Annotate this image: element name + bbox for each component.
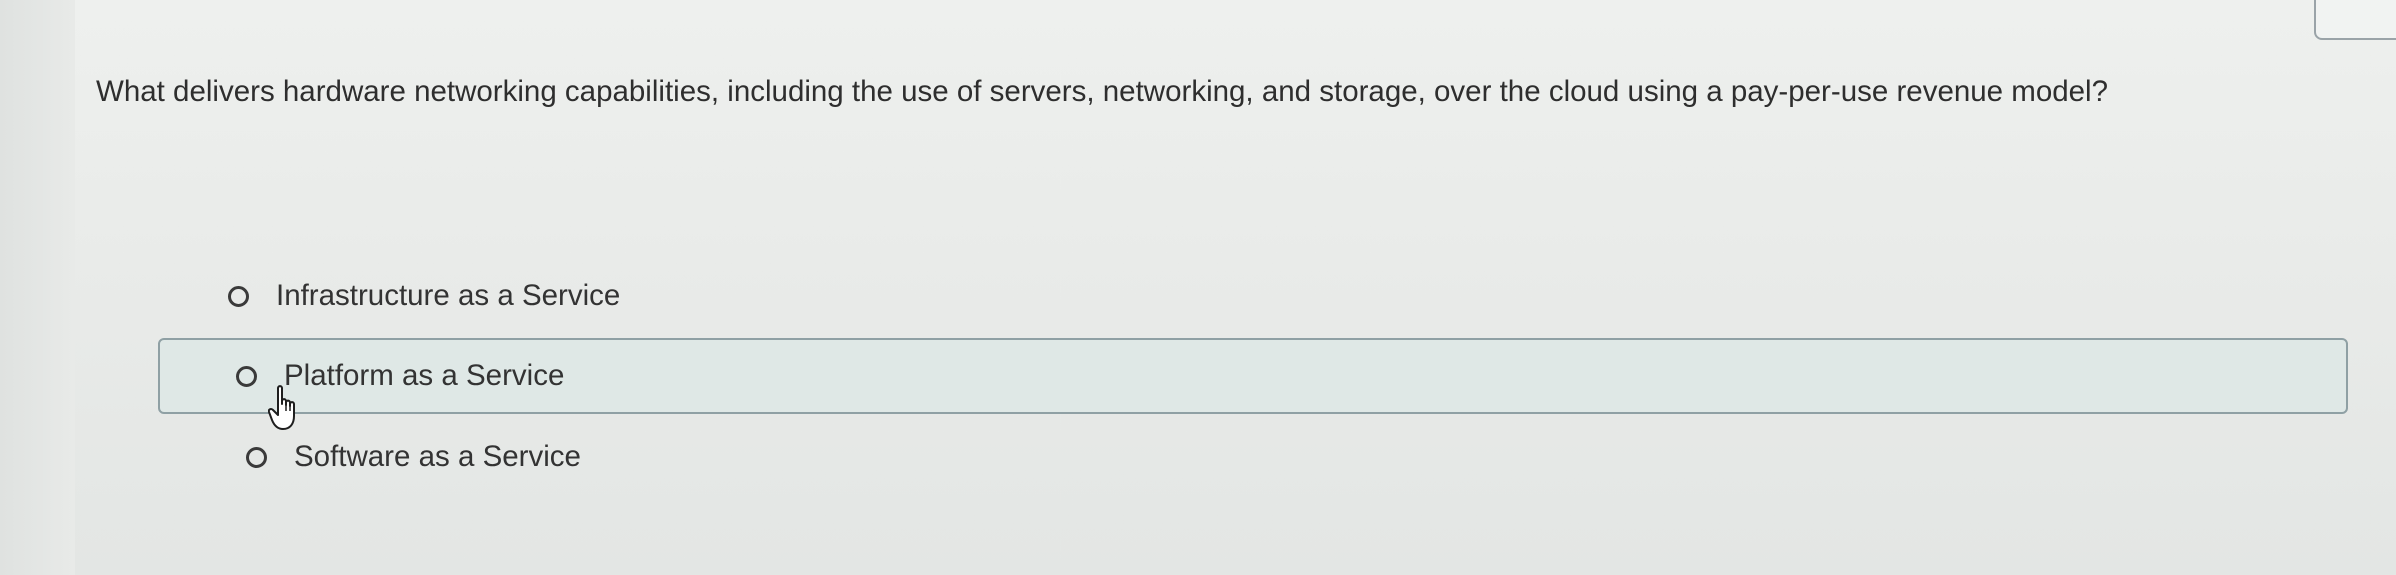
option-software-as-a-service[interactable]: Software as a Service bbox=[246, 427, 581, 487]
corner-panel bbox=[2314, 0, 2396, 40]
radio-unchecked-icon[interactable] bbox=[246, 446, 267, 468]
option-label: Infrastructure as a Service bbox=[276, 279, 621, 312]
radio-unchecked-icon[interactable] bbox=[236, 365, 257, 387]
radio-unchecked-icon[interactable] bbox=[228, 285, 249, 307]
page-edge-shade bbox=[0, 0, 75, 575]
option-label: Platform as a Service bbox=[284, 359, 565, 392]
option-label: Software as a Service bbox=[294, 440, 581, 473]
option-infrastructure-as-a-service[interactable]: Infrastructure as a Service bbox=[228, 266, 620, 326]
option-platform-as-a-service[interactable]: Platform as a Service bbox=[158, 338, 2348, 414]
question-text: What delivers hardware networking capabi… bbox=[96, 75, 2109, 108]
hand-pointer-icon bbox=[268, 385, 295, 430]
